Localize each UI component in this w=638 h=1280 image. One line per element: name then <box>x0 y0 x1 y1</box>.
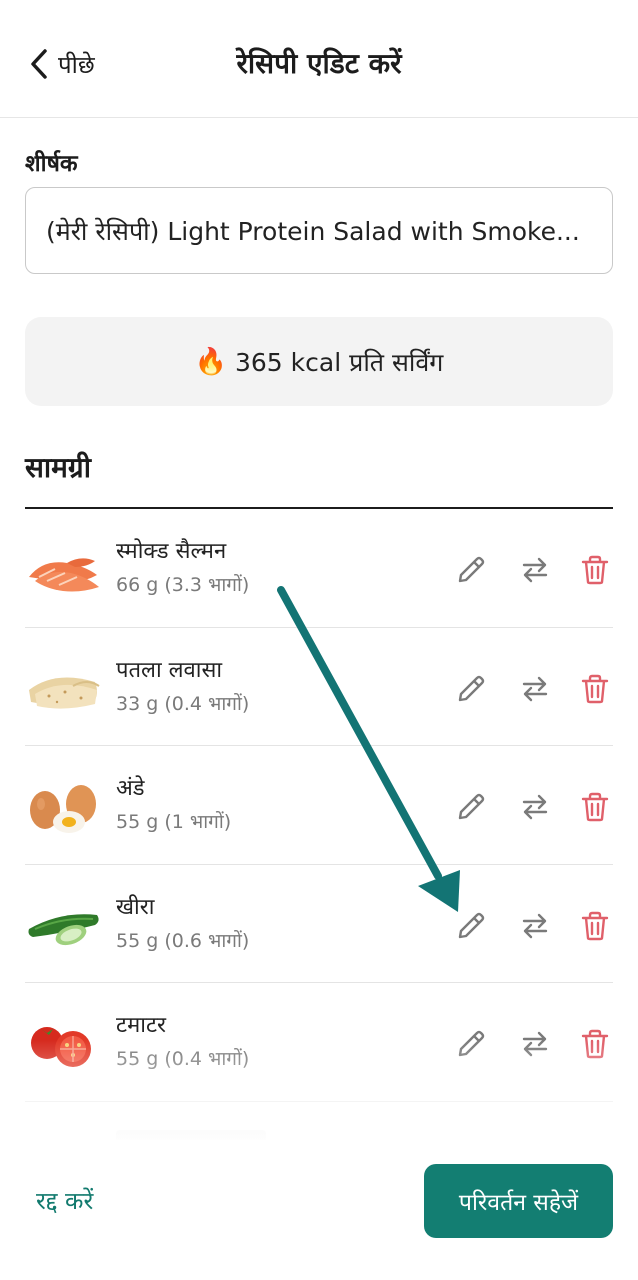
edit-ingredient-button[interactable] <box>451 669 491 709</box>
edit-ingredient-button[interactable] <box>451 906 491 946</box>
swap-ingredient-button[interactable] <box>515 550 555 590</box>
tomato-image <box>31 1027 91 1067</box>
pencil-icon <box>458 912 485 938</box>
fire-icon: 🔥 <box>194 346 227 377</box>
ingredient-name: पतला लवासा <box>116 657 223 683</box>
edit-ingredient-button[interactable] <box>451 550 491 590</box>
swap-ingredient-button[interactable] <box>515 906 555 946</box>
ingredient-row[interactable]: टमाटर 55 g (0.4 भागों) <box>25 983 613 1102</box>
pencil-icon <box>458 675 485 701</box>
pencil-icon <box>458 793 485 820</box>
title-field-label: शीर्षक <box>25 151 78 177</box>
top-bar: पीछे रेसिपी एडिट करें <box>0 0 638 118</box>
cancel-button[interactable]: रद्द करें <box>36 1184 93 1217</box>
ingredient-amount: 55 g (0.6 भागों) <box>116 929 250 952</box>
trash-icon <box>581 1029 609 1059</box>
ingredient-name: अंडे <box>116 776 145 801</box>
delete-ingredient-button[interactable] <box>575 669 613 709</box>
trash-icon <box>581 674 609 703</box>
edit-ingredient-button[interactable] <box>451 1024 491 1064</box>
swap-icon <box>522 557 548 583</box>
eggs-image <box>30 785 96 833</box>
page-title: रेसिपी एडिट करें <box>236 47 402 80</box>
swap-icon <box>522 913 548 938</box>
delete-ingredient-button[interactable] <box>575 1024 613 1064</box>
swap-ingredient-button[interactable] <box>515 1024 555 1064</box>
swap-icon <box>522 676 548 701</box>
save-changes-button[interactable]: परिवर्तन सहेजें <box>424 1164 613 1238</box>
edit-ingredient-button[interactable] <box>451 787 491 827</box>
ingredients-section-title: सामग्री <box>25 451 91 484</box>
ingredient-amount: 55 g (0.4 भागों) <box>116 1048 250 1070</box>
ingredient-row[interactable]: पतला लवासा 33 g (0.4 भागों) <box>25 628 613 746</box>
pencil-icon <box>458 1030 485 1057</box>
ingredient-row[interactable] <box>25 1102 613 1140</box>
trash-icon <box>581 911 609 940</box>
swap-icon <box>522 1031 548 1057</box>
ingredient-amount: 66 g (3.3 भागों) <box>116 574 250 596</box>
ingredient-list: स्मोक्ड सैल्मन 66 g (3.3 भागों) पतला लवा… <box>25 509 613 1140</box>
ingredient-name-placeholder <box>116 1129 266 1140</box>
ingredient-name: टमाटर <box>116 1013 167 1038</box>
delete-ingredient-button[interactable] <box>575 787 613 827</box>
ingredient-row[interactable]: अंडे 55 g (1 भागों) <box>25 746 613 865</box>
delete-ingredient-button[interactable] <box>575 906 613 946</box>
trash-icon <box>581 555 609 585</box>
bottom-action-bar: रद्द करें परिवर्तन सहेजें <box>0 1140 638 1280</box>
cucumber-image <box>28 913 99 945</box>
ingredient-name: स्मोक्ड सैल्मन <box>116 539 227 564</box>
calories-box: 🔥 365 kcal प्रति सर्विंग <box>25 317 613 406</box>
ingredient-row[interactable]: स्मोक्ड सैल्मन 66 g (3.3 भागों) <box>25 509 613 628</box>
ingredient-amount: 33 g (0.4 भागों) <box>116 692 250 715</box>
swap-icon <box>522 794 548 820</box>
swap-ingredient-button[interactable] <box>515 787 555 827</box>
ingredient-name: खीरा <box>116 894 155 920</box>
trash-icon <box>581 792 609 822</box>
title-input[interactable]: (मेरी रेसिपी) Light Protein Salad with S… <box>25 187 613 274</box>
pencil-icon <box>458 556 485 583</box>
ingredient-amount: 55 g (1 भागों) <box>116 811 232 833</box>
salmon-image <box>29 558 99 592</box>
lavash-image <box>29 677 100 709</box>
delete-ingredient-button[interactable] <box>575 550 613 590</box>
swap-ingredient-button[interactable] <box>515 669 555 709</box>
ingredient-row[interactable]: खीरा 55 g (0.6 भागों) <box>25 865 613 983</box>
calories-text: 365 kcal प्रति सर्विंग <box>235 347 444 377</box>
